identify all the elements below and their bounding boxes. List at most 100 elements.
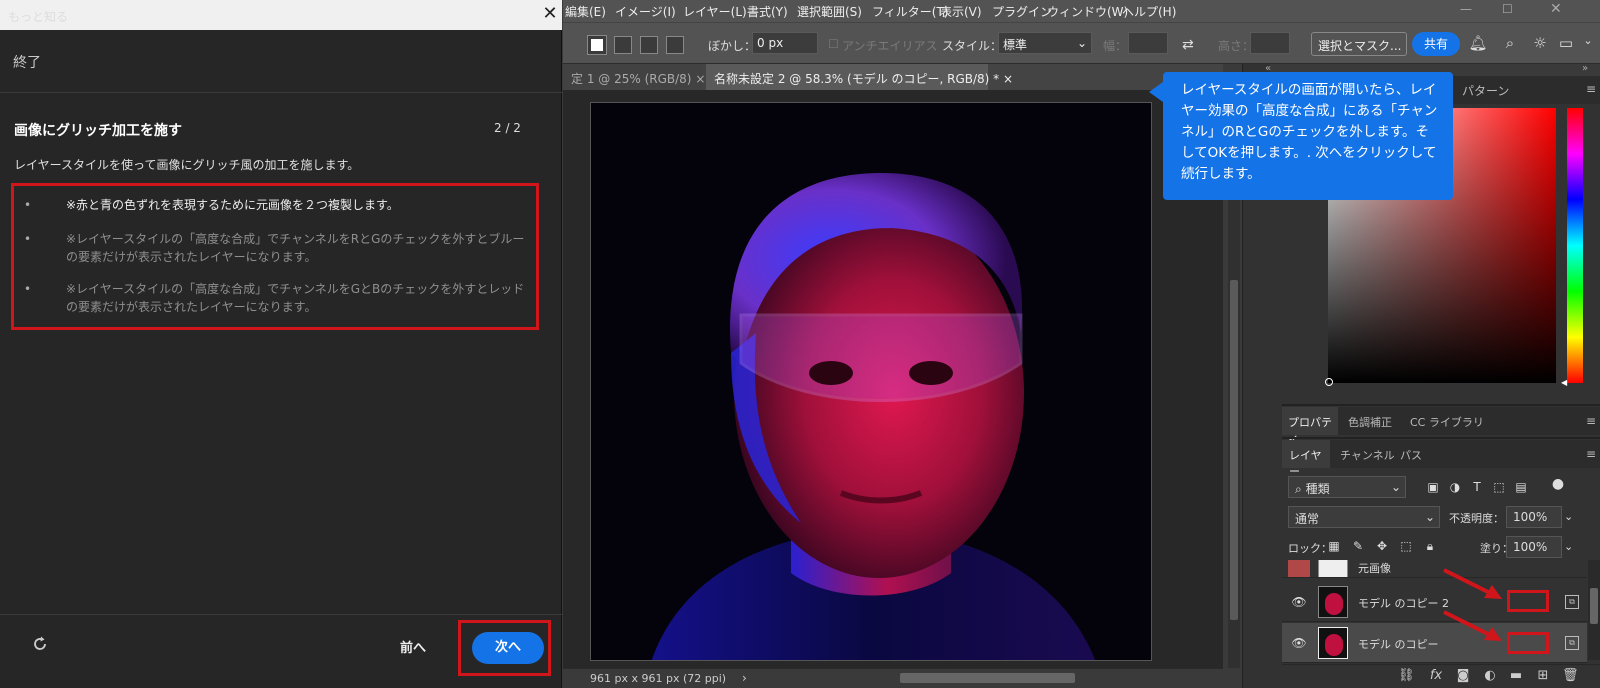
fill-input[interactable]: 100% xyxy=(1506,536,1562,558)
color-picker-marker[interactable] xyxy=(1325,378,1333,386)
opacity-input[interactable]: 100% xyxy=(1506,506,1562,528)
lock-position-icon[interactable]: ✥ xyxy=(1374,538,1390,554)
chevron-down-icon[interactable]: ⌄ xyxy=(1564,510,1573,523)
menu-image[interactable]: イメージ(I) xyxy=(615,3,676,20)
panel-menu-icon[interactable]: ≡ xyxy=(1586,82,1596,96)
width-input[interactable] xyxy=(1128,32,1168,54)
layer-row[interactable]: 👁︎ モデル のコピー 2 ⧉ xyxy=(1282,582,1587,622)
share-button[interactable]: 共有 xyxy=(1412,32,1460,56)
tab-properties[interactable]: プロパティ xyxy=(1282,407,1338,445)
style-select[interactable]: 標準 ⌄ xyxy=(998,32,1092,54)
prev-button[interactable]: 前へ xyxy=(400,637,426,656)
shape-filter-icon[interactable]: ⬚ xyxy=(1491,479,1507,495)
swap-icon[interactable]: ⇄ xyxy=(1182,37,1194,53)
hue-marker-icon[interactable]: ◀ xyxy=(1561,378,1567,387)
adjustment-filter-icon[interactable]: ◑ xyxy=(1447,479,1463,495)
intersect-selection-icon[interactable] xyxy=(666,36,684,54)
tab-channels[interactable]: チャンネル xyxy=(1340,447,1395,463)
add-selection-icon[interactable] xyxy=(614,36,632,54)
lock-pixels-icon[interactable]: ✎ xyxy=(1350,538,1366,554)
subtract-selection-icon[interactable] xyxy=(640,36,658,54)
blend-mode-value: 通常 xyxy=(1295,512,1320,526)
menu-plugins[interactable]: プラグイン xyxy=(992,3,1052,20)
menu-help[interactable]: ヘルプ(H) xyxy=(1122,3,1176,20)
search-icon[interactable]: ⌕ xyxy=(1500,34,1520,54)
menu-window[interactable]: ウィンドウ(W) xyxy=(1047,3,1128,20)
canvas-image[interactable] xyxy=(590,102,1152,661)
eye-icon[interactable]: 👁︎ xyxy=(1290,595,1308,609)
layer-thumbnail xyxy=(1318,586,1348,618)
filter-kind-value: 種類 xyxy=(1305,482,1330,496)
filter-toggle-icon[interactable]: ● xyxy=(1550,476,1566,492)
panel-menu-icon[interactable]: ≡ xyxy=(1586,414,1596,428)
next-button[interactable]: 次へ xyxy=(472,632,544,664)
close-icon[interactable]: × xyxy=(695,72,705,86)
lightbulb-icon[interactable]: ☼ xyxy=(1530,34,1550,54)
tab-layers[interactable]: レイヤー xyxy=(1282,440,1330,478)
lock-artboard-icon[interactable]: ⬚ xyxy=(1398,538,1414,554)
feather-input[interactable]: 0 px xyxy=(752,32,818,54)
type-filter-icon[interactable]: T xyxy=(1469,479,1485,495)
document-tab-2[interactable]: 名称未設定 2 @ 58.3% (モデル のコピー, RGB/8) * × xyxy=(706,64,1013,90)
minimize-icon[interactable]: — xyxy=(1460,2,1472,16)
menu-type[interactable]: 書式(Y) xyxy=(747,3,788,20)
new-selection-icon[interactable] xyxy=(587,35,607,55)
height-label: 高さ： xyxy=(1218,39,1255,53)
new-group-icon[interactable]: ▬ xyxy=(1508,668,1524,684)
chevron-down-icon[interactable]: ⌄ xyxy=(1578,34,1598,54)
layer-name: モデル のコピー 2 xyxy=(1358,597,1449,610)
maximize-icon[interactable]: ☐ xyxy=(1502,2,1513,16)
lock-all-icon[interactable]: 🔒︎ xyxy=(1422,538,1438,554)
menu-select[interactable]: 選択範囲(S) xyxy=(797,3,862,20)
tab-patterns[interactable]: パターン xyxy=(1462,82,1509,99)
chevron-right-icon[interactable]: › xyxy=(742,671,747,685)
collapse-right-icon[interactable]: » xyxy=(1582,63,1588,74)
tab-paths[interactable]: パス xyxy=(1400,447,1422,463)
close-icon[interactable]: × xyxy=(1003,72,1013,86)
bullet-icon: • xyxy=(24,282,32,296)
bell-icon[interactable]: 🔔︎ xyxy=(1468,34,1488,54)
antialias-checkbox[interactable]: ☐ xyxy=(828,37,839,51)
highlight-box xyxy=(1507,590,1549,612)
adjustment-layer-icon[interactable]: ◐ xyxy=(1482,668,1498,684)
layers-scrollbar[interactable] xyxy=(1590,588,1598,624)
chevron-down-icon[interactable]: ⌄ xyxy=(1564,540,1573,553)
search-icon: ⌕ xyxy=(1295,482,1302,496)
menu-layer[interactable]: レイヤー(L) xyxy=(683,3,747,20)
tab-adjustments[interactable]: 色調補正 xyxy=(1348,414,1392,430)
menu-filter[interactable]: フィルター(T) xyxy=(872,3,948,20)
horizontal-scrollbar[interactable] xyxy=(900,673,1075,683)
reset-icon[interactable] xyxy=(30,634,50,654)
hue-slider[interactable] xyxy=(1567,108,1583,383)
layer-row[interactable]: 元画像 xyxy=(1282,560,1587,578)
panel-menu-icon[interactable]: ≡ xyxy=(1586,447,1596,461)
menu-edit[interactable]: 編集(E) xyxy=(565,3,606,20)
style-label: スタイル： xyxy=(942,39,1003,53)
link-layers-icon[interactable]: ⛓︎ xyxy=(1398,668,1415,684)
document-tab-1[interactable]: 定 1 @ 25% (RGB/8) × xyxy=(563,64,705,90)
layer-row-selected[interactable]: 👁︎ モデル のコピー ⧉ xyxy=(1282,623,1587,663)
image-filter-icon[interactable]: ▣ xyxy=(1425,479,1441,495)
document-size: 961 px x 961 px (72 ppi) xyxy=(590,672,727,685)
vertical-scrollbar[interactable] xyxy=(1230,280,1238,620)
tab-cc-libraries[interactable]: CC ライブラリ xyxy=(1410,414,1484,430)
height-input[interactable] xyxy=(1250,32,1290,54)
arrow-icon xyxy=(1443,568,1493,596)
feather-label: ぼかし： xyxy=(708,39,757,53)
add-mask-icon[interactable]: ◙ xyxy=(1455,668,1471,684)
fx-icon[interactable]: fx xyxy=(1428,668,1444,684)
blend-mode-select[interactable]: 通常 ⌄ xyxy=(1288,506,1440,528)
workspace-icon[interactable]: ▭ xyxy=(1556,34,1576,54)
select-and-mask-button[interactable]: 選択とマスク... xyxy=(1311,32,1407,56)
smart-object-filter-icon[interactable]: ▤ xyxy=(1513,479,1529,495)
close-icon[interactable]: ✕ xyxy=(540,3,560,25)
list-item-text: ※レイヤースタイルの「高度な合成」でチャンネルをGとBのチェックを外すとレッドの… xyxy=(66,282,525,314)
menu-view[interactable]: 表示(V) xyxy=(940,3,982,20)
trash-icon[interactable]: 🗑︎ xyxy=(1562,668,1579,684)
new-layer-icon[interactable]: ⊞ xyxy=(1535,668,1551,684)
lock-transparency-icon[interactable]: ▦ xyxy=(1326,538,1342,554)
eye-icon[interactable]: 👁︎ xyxy=(1290,636,1308,650)
finish-link[interactable]: 終了 xyxy=(13,52,41,72)
layer-filter-select[interactable]: ⌕ 種類 ⌄ xyxy=(1288,476,1406,498)
window-close-icon[interactable]: ✕ xyxy=(1550,1,1562,17)
